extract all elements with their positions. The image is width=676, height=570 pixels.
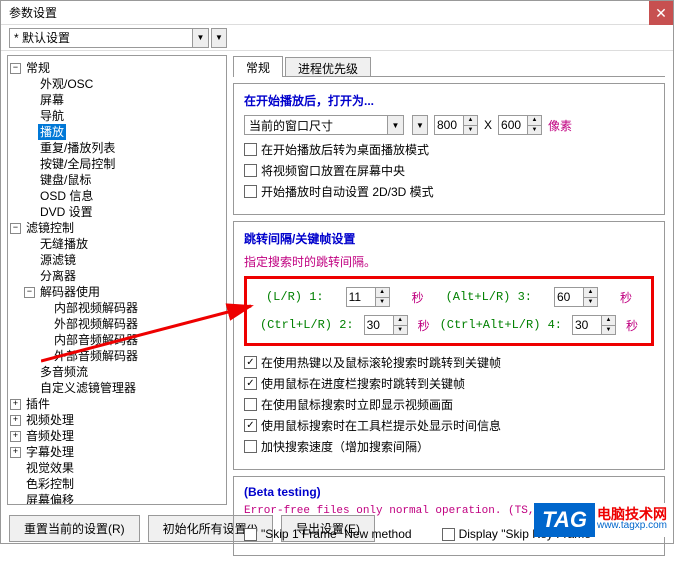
cb-progress-keyframe[interactable] xyxy=(244,377,257,390)
cb-hotkey-keyframe[interactable] xyxy=(244,356,257,369)
chevron-down-icon: ▼ xyxy=(192,29,208,47)
tree-filter[interactable]: −滤镜控制 xyxy=(10,220,224,236)
tree-srcfilter[interactable]: 源滤镜 xyxy=(10,252,224,268)
tree-playback[interactable]: 播放 xyxy=(10,124,224,140)
tree-nav[interactable]: 导航 xyxy=(10,108,224,124)
tree-subproc[interactable]: +字幕处理 xyxy=(10,444,224,460)
tree-visual[interactable]: 视觉效果 xyxy=(10,460,224,476)
titlebar: 参数设置 ✕ xyxy=(1,1,673,25)
collapse-icon[interactable]: − xyxy=(10,223,21,234)
expand-icon[interactable]: + xyxy=(10,447,21,458)
reset-button[interactable]: 重置当前的设置(R) xyxy=(9,515,140,542)
height-spinner[interactable]: ▲▼ xyxy=(498,115,542,135)
tree-multich[interactable]: 多音频流 xyxy=(10,364,224,380)
tree-extaudio[interactable]: 外部音频解码器 xyxy=(10,348,224,364)
cb-tooltip-time[interactable] xyxy=(244,419,257,432)
cb-2d3d[interactable] xyxy=(244,185,257,198)
section-jump-title: 跳转间隔/关键帧设置 xyxy=(244,230,654,247)
section-onplay-title: 在开始播放后，打开为... xyxy=(244,92,654,109)
window-title: 参数设置 xyxy=(9,4,57,21)
tree-screenoff[interactable]: 屏幕偏移 xyxy=(10,492,224,505)
tree-general[interactable]: −常规 xyxy=(10,60,224,76)
cb-mouse-preview[interactable] xyxy=(244,398,257,411)
tree-color[interactable]: 色彩控制 xyxy=(10,476,224,492)
preset-value: * 默认设置 xyxy=(14,29,70,46)
tree-screen[interactable]: 屏幕 xyxy=(10,92,224,108)
tree-appearance[interactable]: 外观/OSC xyxy=(10,76,224,92)
width-input[interactable] xyxy=(435,116,463,134)
lr1-spinner[interactable]: ▲▼ xyxy=(346,287,390,307)
preset-combo[interactable]: * 默认设置 ▼ xyxy=(9,28,209,48)
cb-skipkeyframe[interactable] xyxy=(442,528,455,541)
cb-skip1frame[interactable] xyxy=(244,528,257,541)
cb-desktop[interactable] xyxy=(244,143,257,156)
watermark-logo: TAG 电脑技术网 www.tagxp.com xyxy=(534,503,667,537)
tree-kbmouse[interactable]: 键盘/鼠标 xyxy=(10,172,224,188)
x-label: X xyxy=(484,118,492,132)
expand-icon[interactable]: + xyxy=(10,431,21,442)
tree-intaudio[interactable]: 内部音频解码器 xyxy=(10,332,224,348)
windowsize-menu[interactable]: ▼ xyxy=(412,115,428,135)
tree-custfilter[interactable]: 自定义滤镜管理器 xyxy=(10,380,224,396)
ctrlaltlr4-label: (Ctrl+Alt+L/R) 4: xyxy=(440,318,562,332)
beta-title: (Beta testing) xyxy=(244,485,654,499)
width-spinner[interactable]: ▲▼ xyxy=(434,115,478,135)
tree-decoder[interactable]: −解码器使用 xyxy=(10,284,224,300)
section-jump: 跳转间隔/关键帧设置 指定搜索时的跳转间隔。 (L/R) 1: ▲▼ 秒 (Al… xyxy=(233,221,665,470)
tree-audioproc[interactable]: +音频处理 xyxy=(10,428,224,444)
tree-plugin[interactable]: +插件 xyxy=(10,396,224,412)
cb-fast-search[interactable] xyxy=(244,440,257,453)
altlr3-spinner[interactable]: ▲▼ xyxy=(554,287,598,307)
ctrlaltlr4-spinner[interactable]: ▲▼ xyxy=(572,315,616,335)
close-button[interactable]: ✕ xyxy=(649,1,673,25)
tree-videoproc[interactable]: +视频处理 xyxy=(10,412,224,428)
lr1-label: (L/R) 1: xyxy=(266,290,324,304)
tree-repeat[interactable]: 重复/播放列表 xyxy=(10,140,224,156)
ctrllr2-label: (Ctrl+L/R) 2: xyxy=(260,318,354,332)
chevron-down-icon: ▼ xyxy=(387,116,403,134)
altlr3-label: (Alt+L/R) 3: xyxy=(446,290,532,304)
preset-menu-button[interactable]: ▼ xyxy=(211,28,227,48)
collapse-icon[interactable]: − xyxy=(10,63,21,74)
tab-priority[interactable]: 进程优先级 xyxy=(285,57,371,76)
tag-badge: TAG xyxy=(534,503,595,537)
tree-osd[interactable]: OSD 信息 xyxy=(10,188,224,204)
windowsize-combo[interactable]: 当前的窗口尺寸 ▼ xyxy=(244,115,404,135)
tree-keys[interactable]: 按键/全局控制 xyxy=(10,156,224,172)
ctrllr2-spinner[interactable]: ▲▼ xyxy=(364,315,408,335)
tree-intvideo[interactable]: 内部视频解码器 xyxy=(10,300,224,316)
collapse-icon[interactable]: − xyxy=(24,287,35,298)
tree-noplay[interactable]: 无缝播放 xyxy=(10,236,224,252)
tree-splitter[interactable]: 分离器 xyxy=(10,268,224,284)
height-input[interactable] xyxy=(499,116,527,134)
tab-general[interactable]: 常规 xyxy=(233,56,283,77)
tree-dvd[interactable]: DVD 设置 xyxy=(10,204,224,220)
jump-highlight-box: (L/R) 1: ▲▼ 秒 (Alt+L/R) 3: ▲▼ 秒 (Ctrl+L/… xyxy=(244,276,654,346)
tree-panel: −常规 外观/OSC 屏幕 导航 播放 重复/播放列表 按键/全局控制 键盘/鼠… xyxy=(7,55,227,505)
tree-extvideo[interactable]: 外部视频解码器 xyxy=(10,316,224,332)
expand-icon[interactable]: + xyxy=(10,415,21,426)
jump-subtitle: 指定搜索时的跳转间隔。 xyxy=(244,253,654,270)
cb-center[interactable] xyxy=(244,164,257,177)
px-label: 像素 xyxy=(548,117,572,134)
section-onplay: 在开始播放后，打开为... 当前的窗口尺寸 ▼ ▼ ▲▼ X ▲▼ 像素 在开始… xyxy=(233,83,665,215)
expand-icon[interactable]: + xyxy=(10,399,21,410)
